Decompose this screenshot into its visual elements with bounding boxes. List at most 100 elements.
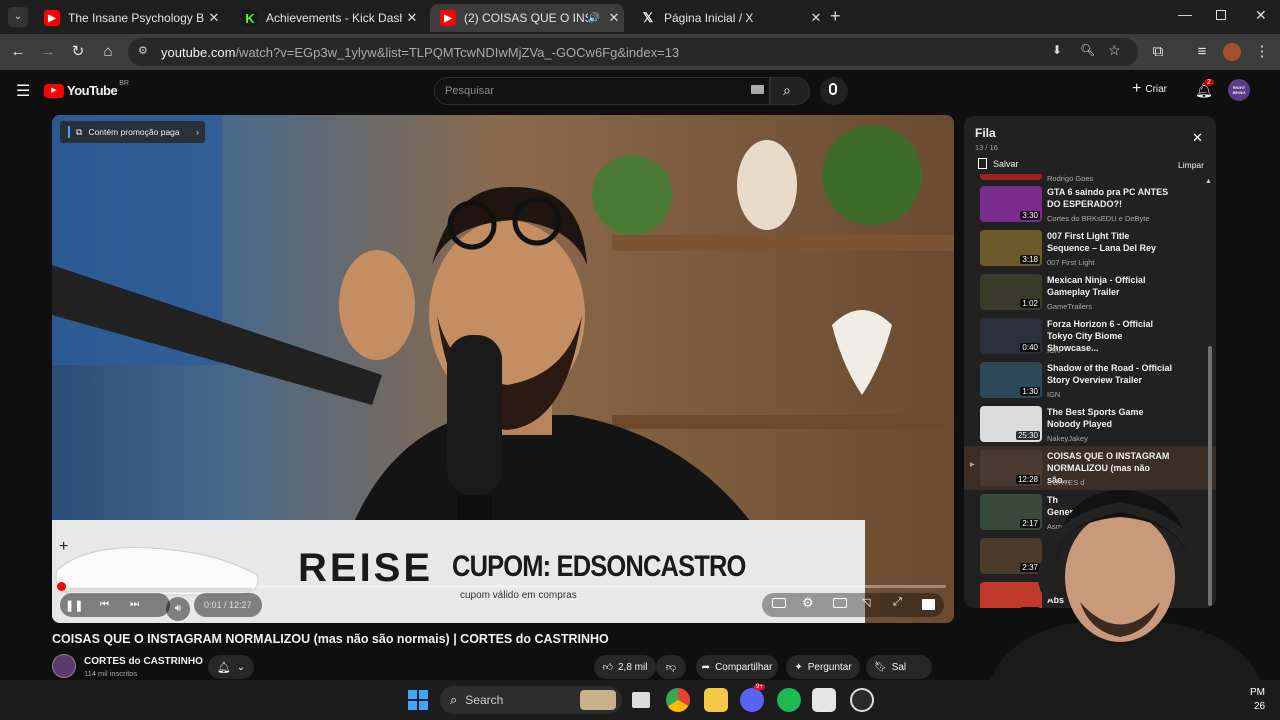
save-video-button[interactable]: 🔖︎ Sal [866, 655, 932, 679]
new-tab-button[interactable]: + [830, 6, 841, 27]
browser-tab[interactable]: 𝕏 Página Inicial / X ✕ [630, 4, 826, 32]
previous-button[interactable]: ⏮ [100, 599, 109, 610]
next-button[interactable]: ⏭ [130, 599, 139, 610]
queue-item[interactable]: 3:18 007 First Light Title Sequence – Lan… [964, 226, 1216, 270]
queue-item[interactable]: 1:30 Shadow of the Road - Official Story … [964, 358, 1216, 402]
profile-avatar[interactable] [1223, 43, 1241, 61]
clock-date[interactable]: 26 [1254, 701, 1265, 712]
tab-search-icon[interactable]: ⌄ [8, 7, 28, 27]
fullscreen-icon[interactable]: ⤢ [893, 596, 902, 609]
bookmark-star-icon[interactable]: ☆ [1108, 42, 1121, 59]
youtube-favicon: ▶ [440, 10, 456, 26]
channel-name[interactable]: CORTES do CASTRINHO [84, 656, 203, 667]
subtitles-icon[interactable] [772, 598, 786, 608]
url-path: /watch?v=EGp3w_1ylyw&list=TLPQMTcwNDIwMj… [235, 45, 680, 60]
task-view-icon[interactable] [632, 692, 650, 708]
search-input[interactable]: Pesquisar [434, 77, 770, 105]
paid-promotion-badge[interactable]: ⧉ Contém promoção paga › [60, 121, 205, 143]
dislike-button[interactable]: 👎︎ [656, 655, 686, 679]
tab-title: Página Inicial / X [664, 11, 754, 25]
minimize-icon[interactable]: — [1178, 6, 1192, 22]
chrome-menu-icon[interactable]: ⋮ [1252, 42, 1272, 62]
volume-button[interactable]: 🔊︎ [166, 597, 190, 621]
browser-tab-active[interactable]: ▶ (2) COISAS QUE O INSTAGR 🔊 ✕ [430, 4, 624, 32]
install-app-icon[interactable]: ⬇ [1052, 43, 1062, 57]
youtube-logo[interactable]: ▶ YouTube BR [44, 80, 129, 98]
theater-mode-icon[interactable] [922, 599, 935, 610]
promo-label: Contém promoção paga [88, 127, 180, 137]
taskbar-search-box[interactable]: ⌕ Search [440, 686, 622, 714]
webcam-overlay [950, 482, 1280, 680]
queue-item[interactable]: 25:30 The Best Sports Game Nobody Played N… [964, 402, 1216, 446]
scrubber-handle[interactable] [57, 582, 66, 591]
miniplayer-icon[interactable] [833, 598, 847, 608]
browser-tab[interactable]: K Achievements - Kick Dashboard ✕ [232, 4, 422, 32]
save-queue-label: Salvar [993, 158, 1019, 169]
app-taskbar-icon[interactable] [812, 688, 836, 712]
create-label: Criar [1145, 83, 1168, 95]
right-controls-group [762, 593, 944, 617]
close-window-icon[interactable]: ✕ [1255, 7, 1267, 24]
save-queue-button[interactable]: Salvar [978, 158, 1019, 169]
queue-item-title: Mexican Ninja - Official Gameplay Traile… [1047, 275, 1146, 297]
queue-item[interactable]: 0:40 Forza Horizon 6 - Official Tokyo Cit… [964, 314, 1216, 358]
account-avatar[interactable]: RIGHT BEING [1228, 79, 1250, 101]
zoom-icon[interactable]: 🔍︎ [1080, 43, 1095, 57]
address-bar[interactable]: ⚙ youtube.com/watch?v=EGp3w_1ylyw&list=T… [128, 38, 1138, 66]
close-queue-icon[interactable]: ✕ [1192, 130, 1203, 146]
url-text: youtube.com/watch?v=EGp3w_1ylyw&list=TLP… [161, 45, 679, 60]
clear-queue-button[interactable]: Limpar [1178, 160, 1204, 170]
pause-button[interactable]: ❚❚ [65, 599, 83, 612]
browser-tab[interactable]: ▶ The Insane Psychology Behind I ✕ [34, 4, 224, 32]
restore-icon[interactable] [1216, 10, 1226, 20]
youtube-logo-icon: ▶ [44, 83, 64, 98]
avatar-text: RIGHT BEING [1232, 85, 1246, 95]
forward-icon[interactable]: → [38, 42, 58, 62]
reload-icon[interactable]: ↻ [68, 42, 88, 62]
extensions-icon[interactable]: ⧉ [1148, 42, 1168, 62]
back-icon[interactable]: ← [8, 42, 28, 62]
channel-avatar[interactable] [52, 654, 76, 678]
youtube-logo-text: YouTube [67, 83, 118, 98]
chrome-taskbar-icon[interactable] [666, 688, 690, 712]
file-explorer-icon[interactable] [704, 688, 728, 712]
cast-icon[interactable]: ◹ [862, 596, 870, 609]
scroll-up-icon[interactable]: ▲ [1205, 178, 1212, 185]
settings-gear-icon[interactable]: ⚙ [802, 595, 814, 611]
audio-playing-icon[interactable]: 🔊 [588, 13, 600, 24]
queue-item-thumbnail: 1:30 [980, 362, 1042, 398]
queue-item-title: Shadow of the Road - Official Story Over… [1047, 363, 1173, 385]
notifications-button[interactable]: 🔔︎ 2 [1195, 79, 1214, 100]
keyboard-icon[interactable] [751, 85, 764, 94]
subscribe-bell-button[interactable]: 🔔︎ ⌄ [208, 655, 254, 679]
spotify-icon[interactable] [777, 688, 801, 712]
clock-time[interactable]: PM [1250, 687, 1265, 698]
windows-start-icon[interactable] [408, 690, 428, 710]
like-button[interactable]: 👍︎ 2,8 mil [594, 655, 656, 679]
home-icon[interactable]: ⌂ [98, 42, 118, 62]
ask-button[interactable]: ✦ Perguntar [786, 655, 860, 679]
video-player[interactable]: ⧉ Contém promoção paga › + REISE CUPOM: … [52, 115, 954, 623]
kick-favicon: K [242, 10, 258, 26]
discord-icon[interactable]: 9+ [740, 684, 765, 712]
queue-item[interactable]: 3:30 GTA 6 saindo pra PC ANTES DO ESPERAD… [964, 182, 1216, 226]
close-tab-icon[interactable]: ✕ [402, 10, 422, 26]
queue-item-thumbnail: 3:30 [980, 186, 1042, 222]
search-button[interactable]: ⌕ [770, 77, 810, 105]
queue-item-channel: IGN [1047, 346, 1061, 355]
progress-bar[interactable] [60, 585, 946, 588]
media-control-icon[interactable]: ≡ [1192, 42, 1212, 62]
tab-title: The Insane Psychology Behind I [68, 11, 204, 25]
voice-search-button[interactable] [820, 77, 848, 105]
close-tab-icon[interactable]: ✕ [204, 10, 224, 26]
create-button[interactable]: + Criar [1132, 81, 1168, 97]
close-tab-icon[interactable]: ✕ [806, 10, 826, 26]
close-tab-icon[interactable]: ✕ [604, 10, 624, 26]
share-button[interactable]: ➦ Compartilhar [696, 655, 778, 679]
steam-icon[interactable] [850, 688, 874, 712]
menu-icon[interactable]: ☰ [16, 81, 30, 101]
site-info-icon[interactable]: ⚙ [138, 44, 148, 57]
time-display: 0:01 / 12:27 [194, 593, 262, 617]
microphone-icon [829, 83, 837, 95]
queue-item[interactable]: 1:02 Mexican Ninja - Official Gameplay Tr… [964, 270, 1216, 314]
